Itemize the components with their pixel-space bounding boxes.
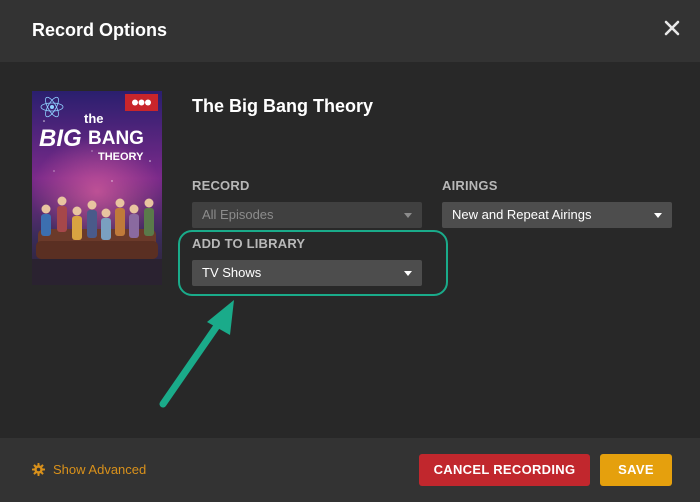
save-button[interactable]: SAVE [600, 454, 672, 486]
show-title: The Big Bang Theory [192, 96, 374, 116]
poster-logo-theory: THEORY [98, 151, 144, 163]
poster-logo-big: BIG [39, 125, 82, 152]
close-icon[interactable] [664, 20, 680, 36]
airings-select[interactable]: New and Repeat Airings [442, 202, 672, 228]
record-label: RECORD [192, 178, 250, 193]
poster-logo-bang: BANG [88, 128, 144, 149]
gear-icon [32, 463, 45, 479]
dialog-header: Record Options [0, 0, 700, 62]
record-options-dialog: Record Options the BIG BANG THEORY The B… [0, 0, 700, 502]
dialog-title: Record Options [32, 20, 168, 40]
poster-logo-the: the [84, 111, 104, 126]
cancel-recording-button[interactable]: CANCEL RECORDING [419, 454, 590, 486]
chevron-down-icon [654, 213, 662, 218]
dialog-footer: Show Advanced CANCEL RECORDING SAVE [0, 438, 700, 502]
highlight-callout [178, 230, 448, 296]
chevron-down-icon [404, 213, 412, 218]
show-poster: the BIG BANG THEORY [32, 91, 162, 285]
airings-label: AIRINGS [442, 178, 498, 193]
show-advanced-label: Show Advanced [53, 462, 147, 477]
record-select: All Episodes [192, 202, 422, 228]
record-select-value: All Episodes [202, 207, 274, 222]
show-advanced-link[interactable]: Show Advanced [32, 462, 146, 479]
airings-select-value: New and Repeat Airings [452, 207, 592, 222]
